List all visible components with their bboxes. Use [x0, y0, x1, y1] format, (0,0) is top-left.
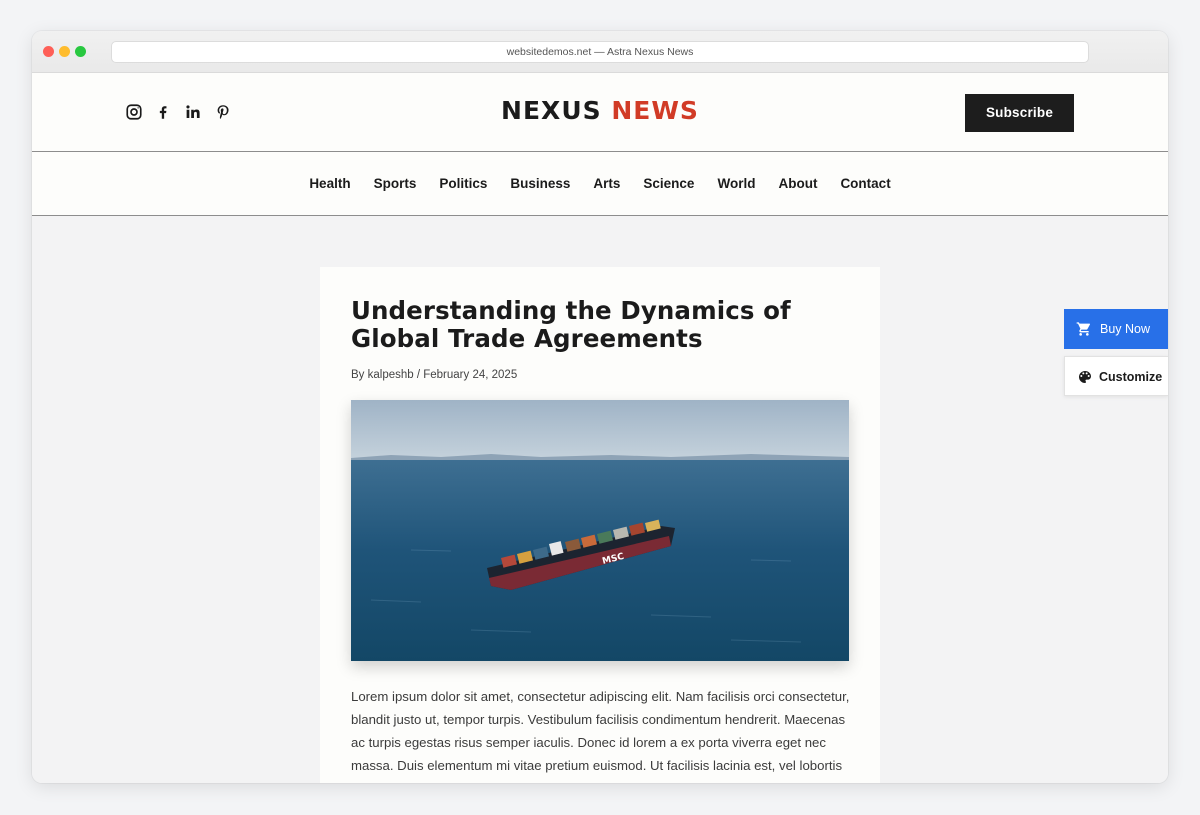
- nav-item-business[interactable]: Business: [510, 176, 570, 191]
- close-window-button[interactable]: [43, 46, 54, 57]
- palette-icon: [1077, 369, 1093, 385]
- article-hero-image: MSC: [351, 400, 849, 661]
- article-body: Lorem ipsum dolor sit amet, consectetur …: [351, 689, 850, 773]
- nav-item-world[interactable]: World: [717, 176, 755, 191]
- nav-item-health[interactable]: Health: [309, 176, 350, 191]
- article-meta: By kalpeshb / February 24, 2025: [351, 369, 518, 381]
- minimize-window-button[interactable]: [59, 46, 70, 57]
- logo-accent-text: NEWS: [611, 96, 699, 125]
- customize-button[interactable]: Customize: [1064, 356, 1168, 396]
- article-title: Understanding the Dynamics of Global Tra…: [351, 296, 791, 353]
- site-header: NEXUS NEWS Subscribe: [32, 73, 1168, 152]
- article-card: Understanding the Dynamics of Global Tra…: [320, 267, 880, 783]
- address-bar[interactable]: websitedemos.net — Astra Nexus News: [111, 41, 1089, 63]
- maximize-window-button[interactable]: [75, 46, 86, 57]
- cart-icon: [1076, 321, 1092, 337]
- logo-main-text: NEXUS: [501, 96, 602, 125]
- browser-window: websitedemos.net — Astra Nexus News NEXU…: [32, 31, 1168, 783]
- subscribe-button[interactable]: Subscribe: [965, 94, 1074, 132]
- web-page: NEXUS NEWS Subscribe Health Sports Polit…: [32, 73, 1168, 783]
- main-navigation: Health Sports Politics Business Arts Sci…: [32, 152, 1168, 216]
- buy-now-button[interactable]: Buy Now: [1064, 309, 1168, 349]
- nav-item-contact[interactable]: Contact: [840, 176, 890, 191]
- nav-item-sports[interactable]: Sports: [374, 176, 417, 191]
- nav-item-about[interactable]: About: [778, 176, 817, 191]
- nav-item-arts[interactable]: Arts: [593, 176, 620, 191]
- customize-label: Customize: [1099, 370, 1163, 384]
- browser-titlebar: websitedemos.net — Astra Nexus News: [32, 31, 1168, 73]
- nav-list: Health Sports Politics Business Arts Sci…: [32, 176, 1168, 191]
- nav-item-science[interactable]: Science: [643, 176, 694, 191]
- buy-now-label: Buy Now: [1100, 322, 1151, 336]
- nav-item-politics[interactable]: Politics: [439, 176, 487, 191]
